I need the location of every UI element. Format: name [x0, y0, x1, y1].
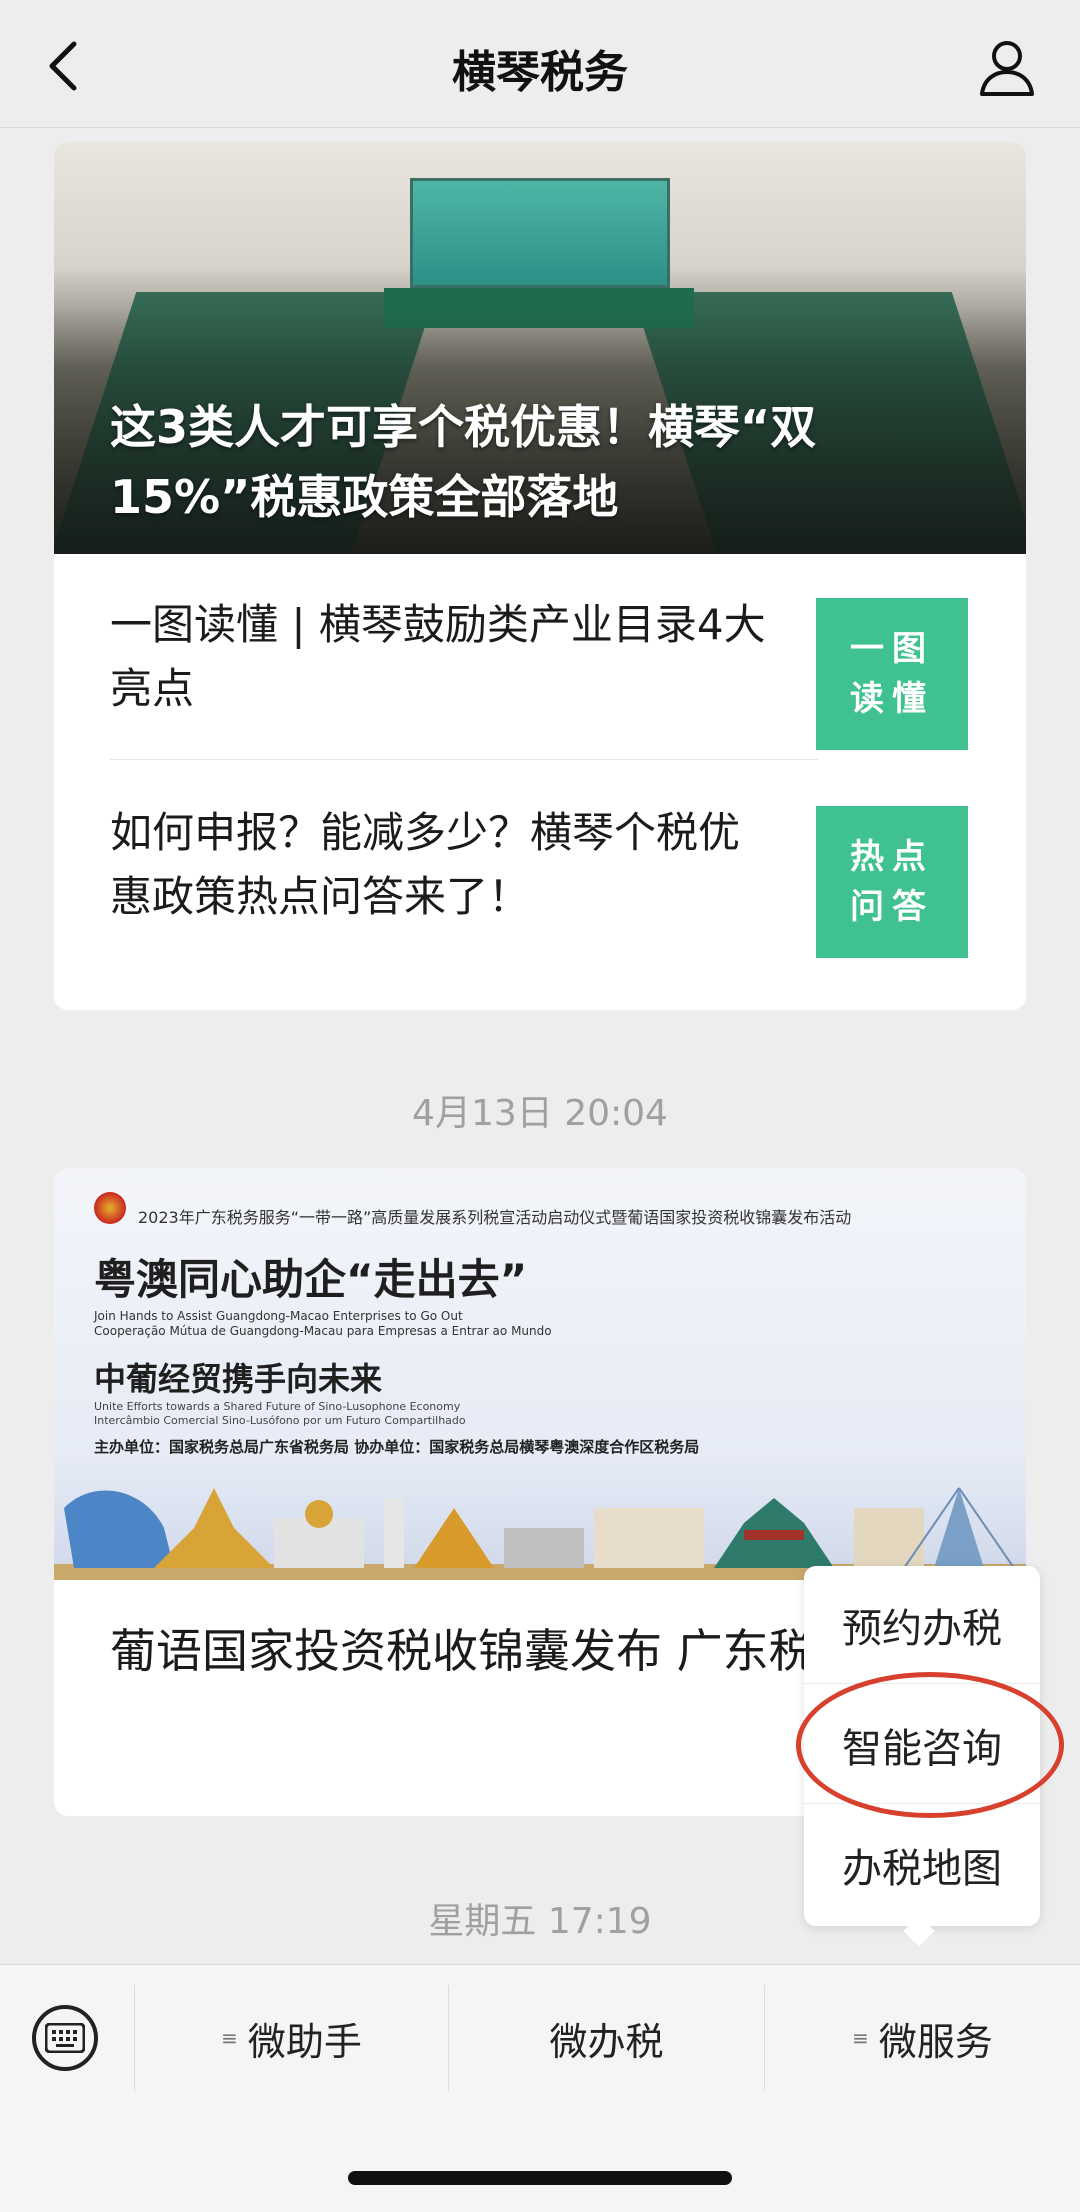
tab-wei-assistant[interactable]: ≡ 微助手	[134, 1985, 448, 2091]
thumbnail-label: 热点问答	[850, 837, 934, 927]
banner-event-line: 2023年广东税务服务“一带一路”高质量发展系列税宣活动启动仪式暨葡语国家投资税…	[138, 1208, 852, 1227]
tab-label: 微助手	[247, 2019, 362, 2064]
banner-subtitle-en: Join Hands to Assist Guangdong-Macao Ent…	[94, 1309, 463, 1323]
menu-item-appointment[interactable]: 预约办税	[804, 1566, 1040, 1684]
sub-article-thumbnail[interactable]: 热点问答	[816, 806, 968, 958]
banner-heading-secondary: 中葡经贸携手向未来	[94, 1360, 383, 1398]
sub-article-title[interactable]: 如何申报？能减多少？横琴个税优惠政策热点问答来了！	[110, 762, 770, 968]
sub-article-title[interactable]: 一图读懂 | 横琴鼓励类产业目录4大亮点	[110, 554, 770, 760]
page-title: 横琴税务	[452, 47, 628, 98]
article-card[interactable]: 这3类人才可享个税优惠！横琴“双15%”税惠政策全部落地 一图读懂 | 横琴鼓励…	[54, 142, 1026, 1010]
menu-item-tax-map[interactable]: 办税地图	[804, 1806, 1040, 1924]
banner-subtitle-pt: Cooperação Mútua de Guangdong-Macau para…	[94, 1324, 552, 1338]
tab-wei-tax[interactable]: 微办税	[448, 1985, 764, 2091]
banner-organizer-line: 主办单位：国家税务总局广东省税务局 协办单位：国家税务总局横琴粤澳深度合作区税务…	[94, 1438, 700, 1456]
user-icon	[980, 41, 1034, 96]
bottom-menu-bar: ≡ 微助手 微办税 ≡ 微服务	[0, 1964, 1080, 2212]
landmark-skyline-illustration	[54, 1487, 1026, 1580]
menu-lines-icon: ≡	[221, 2026, 238, 2050]
tab-label: 微服务	[878, 2019, 993, 2064]
nav-header: 横琴税务	[0, 0, 1080, 128]
home-indicator[interactable]	[348, 2171, 732, 2185]
banner-subtitle-en: Unite Efforts towards a Shared Future of…	[94, 1400, 461, 1413]
article-headline[interactable]: 葡语国家投资税收锦囊发布 广东税务服务“一带一路”高质量发展系列	[110, 1614, 870, 1688]
thumbnail-label: 一图读懂	[850, 629, 934, 719]
banner-subtitle-pt: Intercâmbio Comercial Sino-Lusófono por …	[94, 1414, 466, 1427]
article-cover-image[interactable]: 这3类人才可享个税优惠！横琴“双15%”税惠政策全部落地	[54, 142, 1026, 554]
sub-article-item[interactable]: 一图读懂 | 横琴鼓励类产业目录4大亮点	[110, 554, 818, 760]
profile-button[interactable]	[974, 34, 1040, 100]
article-headline[interactable]: 这3类人才可享个税优惠！横琴“双15%”税惠政策全部落地	[110, 392, 970, 532]
tax-emblem-icon	[94, 1192, 126, 1224]
menu-lines-icon: ≡	[852, 2026, 869, 2050]
message-timestamp: 4月13日 20:04	[412, 1093, 668, 1134]
tab-wei-service[interactable]: ≡ 微服务	[764, 1985, 1080, 2091]
article-cover-image[interactable]: 2023年广东税务服务“一带一路”高质量发展系列税宣活动启动仪式暨葡语国家投资税…	[54, 1168, 1026, 1580]
banner-heading: 粤澳同心助企“走出去”	[94, 1255, 528, 1304]
tab-label: 微办税	[549, 2019, 664, 2064]
sub-article-thumbnail[interactable]: 一图读懂	[816, 598, 968, 750]
keyboard-icon	[45, 2023, 85, 2053]
highlight-annotation	[796, 1672, 1064, 1818]
keyboard-toggle-button[interactable]	[32, 2005, 98, 2071]
